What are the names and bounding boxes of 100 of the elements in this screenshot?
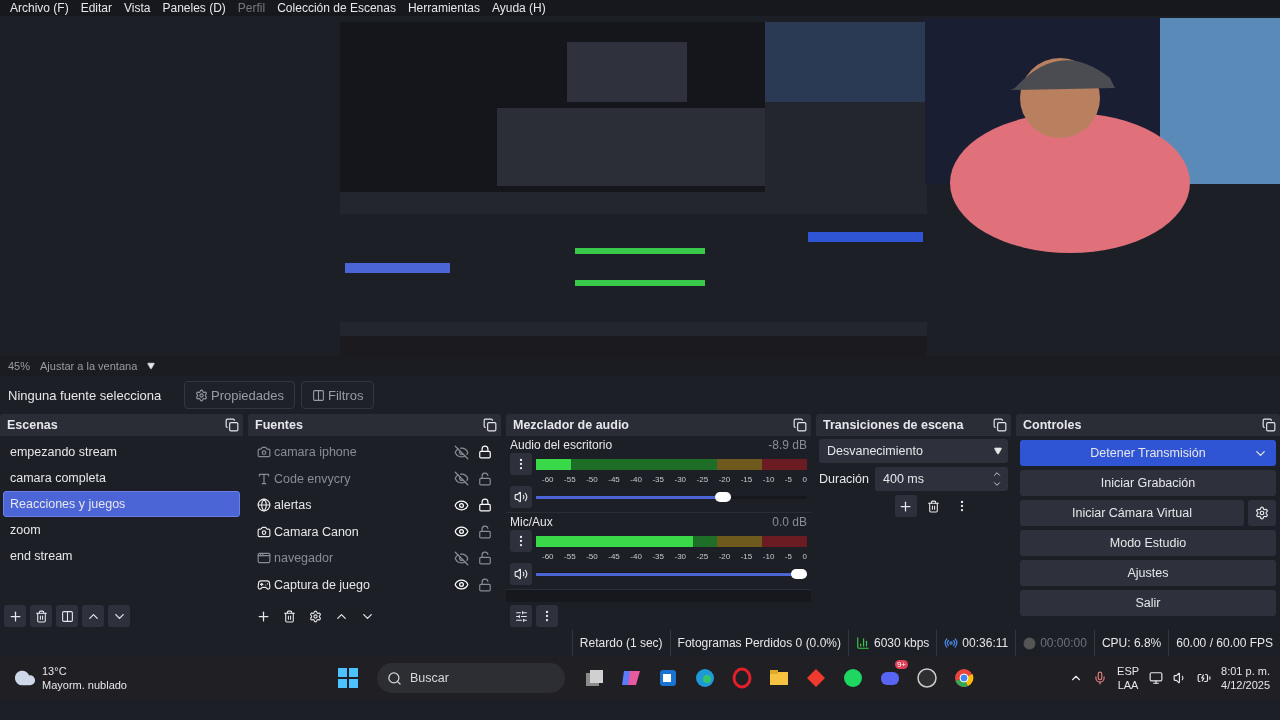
- unlock-icon[interactable]: [478, 577, 492, 592]
- language-indicator[interactable]: ESP LAA: [1117, 664, 1140, 692]
- eye-icon[interactable]: [454, 524, 469, 540]
- control-button[interactable]: Salir: [1020, 590, 1276, 616]
- diamond-app-icon[interactable]: [805, 667, 827, 689]
- channel-reading: 0.0 dB: [772, 515, 807, 530]
- scale-label: -55: [564, 475, 576, 486]
- move-down-button[interactable]: [108, 605, 130, 627]
- zoom-mode-dropdown[interactable]: Ajustar a la ventana: [40, 360, 138, 372]
- filters-button[interactable]: Filtros: [301, 381, 375, 409]
- unlock-icon[interactable]: [478, 524, 492, 539]
- mic-icon[interactable]: [1093, 671, 1108, 685]
- scale-label: -15: [740, 475, 753, 486]
- delete-button[interactable]: [30, 605, 52, 627]
- battery-icon[interactable]: [1197, 671, 1212, 685]
- menu-item[interactable]: Vista: [118, 1, 157, 15]
- scale-label: -35: [652, 475, 664, 486]
- camera-icon: [257, 524, 271, 539]
- scene-item[interactable]: camara completa: [3, 465, 240, 491]
- slider-thumb[interactable]: [715, 492, 732, 502]
- clock[interactable]: 8:01 p. m. 4/12/2025: [1221, 664, 1270, 692]
- source-name[interactable]: navegador: [274, 551, 451, 566]
- volume-button[interactable]: [510, 563, 532, 585]
- transition-dropdown[interactable]: Desvanecimiento: [819, 439, 1008, 463]
- menu-button[interactable]: [536, 605, 558, 627]
- chevron-up-icon: [992, 469, 1002, 479]
- start-app-icon[interactable]: [337, 667, 359, 689]
- gamepad-icon: [257, 577, 271, 592]
- menu-button[interactable]: [510, 530, 532, 552]
- task-view-app-icon[interactable]: [584, 668, 604, 688]
- menu-item[interactable]: Ayuda (H): [485, 1, 552, 15]
- scale-label: -15: [740, 552, 753, 563]
- eye-off-icon[interactable]: [454, 471, 469, 487]
- menu-item[interactable]: Herramientas: [401, 1, 486, 15]
- source-name[interactable]: Camara Canon: [274, 524, 451, 539]
- add-button[interactable]: [4, 605, 26, 627]
- scale-label: -10: [762, 475, 775, 486]
- settings-button[interactable]: [510, 605, 532, 627]
- scale-label: -60: [542, 475, 554, 486]
- unlock-icon[interactable]: [478, 471, 492, 486]
- control-button[interactable]: Detener Transmisión: [1020, 440, 1276, 466]
- eye-icon[interactable]: [454, 497, 469, 513]
- scale-label: 0: [802, 475, 807, 486]
- properties-button[interactable]: Propiedades: [184, 381, 295, 409]
- trash-icon: [34, 609, 48, 623]
- scale-label: -45: [608, 475, 620, 486]
- float-dock-icon[interactable]: [225, 418, 239, 432]
- scene-item[interactable]: empezando stream: [3, 439, 240, 465]
- record-time: 00:00:00: [1040, 636, 1087, 650]
- menu-item[interactable]: Archivo (F): [4, 1, 75, 15]
- notification-badge: 9+: [894, 660, 908, 669]
- scale-label: -40: [630, 552, 642, 563]
- scene-item[interactable]: Reacciones y juegos: [3, 491, 240, 517]
- float-dock-icon[interactable]: [993, 418, 1007, 432]
- lock-icon[interactable]: [478, 498, 492, 513]
- source-name[interactable]: alertas: [274, 498, 451, 513]
- scale-label: -30: [674, 552, 687, 563]
- float-dock-icon[interactable]: [1262, 418, 1276, 432]
- menu-item[interactable]: Paneles (D): [156, 1, 232, 15]
- control-button[interactable]: Ajustes: [1020, 560, 1276, 586]
- add-button[interactable]: [894, 495, 917, 517]
- scale-label: -25: [696, 475, 709, 486]
- menu-item[interactable]: Colección de Escenas: [271, 1, 402, 15]
- slider-thumb[interactable]: [791, 569, 807, 579]
- scale-label: -45: [608, 552, 620, 563]
- lock-icon[interactable]: [478, 445, 492, 460]
- unlock-icon[interactable]: [478, 551, 492, 566]
- dock-title: Escenas: [7, 418, 58, 432]
- plus-icon: [7, 608, 23, 624]
- control-button[interactable]: Iniciar Grabación: [1020, 470, 1276, 496]
- filters-button[interactable]: [56, 605, 78, 627]
- scene-item[interactable]: end stream: [3, 543, 240, 569]
- settings-button[interactable]: [1248, 500, 1276, 526]
- menu-button[interactable]: [510, 453, 532, 475]
- source-name[interactable]: Captura de juego: [274, 577, 451, 592]
- menu-item[interactable]: Editar: [74, 1, 119, 15]
- channel-name: Mic/Aux: [510, 515, 553, 530]
- volume-slider[interactable]: [536, 569, 807, 579]
- source-name[interactable]: Code envycry: [274, 471, 451, 486]
- caret-icon[interactable]: [147, 362, 156, 370]
- scene-item[interactable]: zoom: [3, 517, 240, 543]
- eye-off-icon[interactable]: [454, 550, 469, 566]
- filter-icon: [312, 388, 325, 402]
- float-dock-icon[interactable]: [793, 418, 807, 432]
- move-up-button[interactable]: [82, 605, 104, 627]
- duration-field[interactable]: 400 ms: [875, 467, 1008, 491]
- control-button[interactable]: Modo Estudio: [1020, 530, 1276, 556]
- scale-label: -25: [696, 552, 709, 563]
- control-button[interactable]: Iniciar Cámara Virtual: [1020, 500, 1244, 526]
- eye-icon[interactable]: [454, 577, 469, 593]
- scale-label: -10: [762, 552, 775, 563]
- trash-icon: [927, 499, 940, 513]
- network-icon[interactable]: [1149, 671, 1164, 685]
- scale-label: -50: [586, 552, 598, 563]
- source-name[interactable]: camara iphone: [274, 445, 451, 460]
- camera-icon: [257, 445, 271, 460]
- eye-off-icon[interactable]: [454, 444, 469, 460]
- float-dock-icon[interactable]: [483, 418, 497, 432]
- search-field[interactable]: Buscar: [377, 663, 565, 693]
- volume-button[interactable]: [510, 486, 532, 508]
